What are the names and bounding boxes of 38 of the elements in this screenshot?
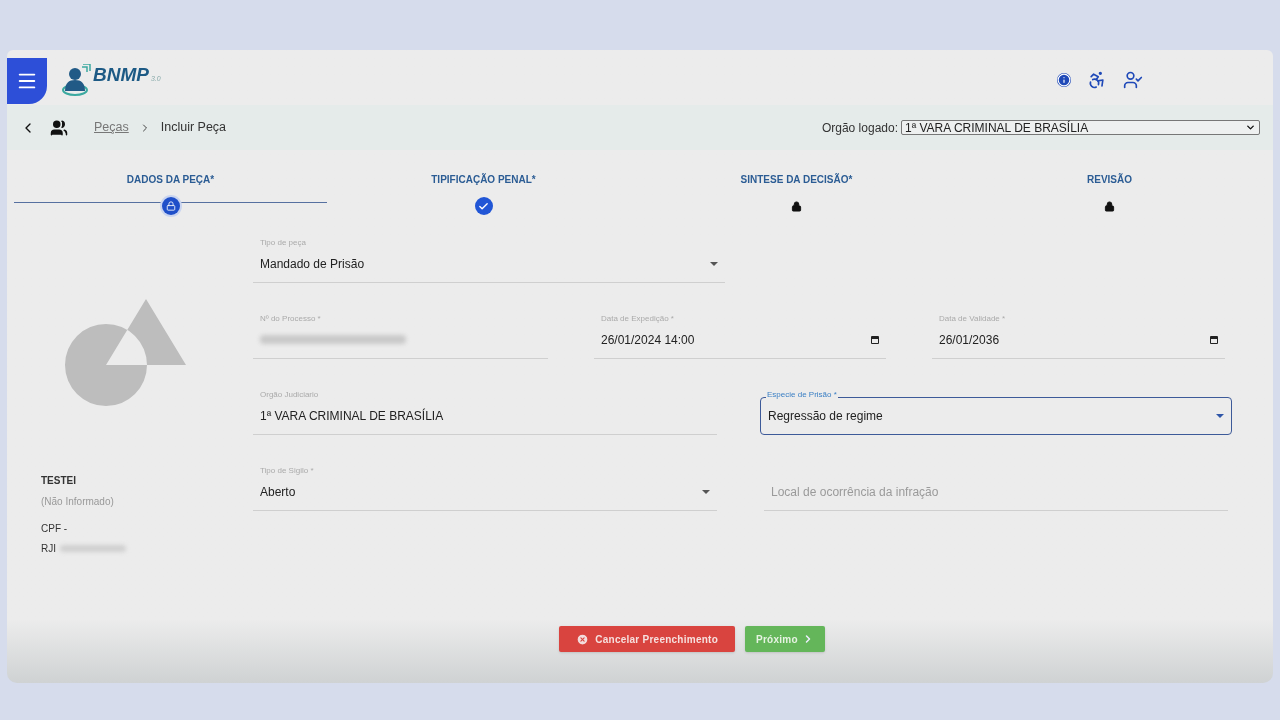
placeholder-image-icon	[64, 299, 186, 407]
dropdown-chevron-icon	[1245, 122, 1256, 133]
field-placeholder: Local de ocorrência da infração	[771, 483, 939, 501]
menu-button[interactable]	[7, 58, 47, 104]
calendar-icon	[1210, 335, 1218, 344]
calendar-icon	[871, 335, 879, 344]
field-value: Regressão de regime	[768, 408, 883, 425]
rji-label: RJI	[41, 542, 56, 556]
close-circle-icon	[576, 632, 590, 646]
field-value: Mandado de Prisão	[260, 255, 365, 273]
field-label: Especie de Prisão *	[766, 389, 838, 401]
users-icon	[50, 118, 68, 137]
select-field[interactable]: Regressão de regime	[760, 397, 1232, 435]
field-value: 1ª VARA CRIMINAL DE BRASÍLIA	[260, 407, 444, 425]
field-value: Aberto	[260, 483, 296, 501]
step-tab[interactable]: DADOS DA PEÇA*	[14, 172, 327, 215]
user-check-icon[interactable]	[1123, 70, 1143, 90]
field-value: 26/01/2036	[939, 331, 1000, 349]
person-subtitle: (Não Informado)	[41, 495, 115, 509]
dropdown-arrow-icon	[702, 489, 710, 494]
person-name: TESTEI	[41, 474, 77, 488]
breadcrumb-current: Incluir Peça	[160, 119, 227, 137]
orgao-label: Orgão logado:	[821, 119, 898, 137]
dropdown-arrow-icon	[1216, 414, 1224, 418]
breadcrumb-link[interactable]: Peças	[94, 118, 129, 137]
step-tab[interactable]: SINTESE DA DECISÃO*	[640, 172, 953, 215]
field-label: Orgão Judiciario	[259, 389, 320, 401]
orgao-select[interactable]: 1ª VARA CRIMINAL DE BRASÍLIA	[901, 120, 1260, 135]
field-value: 26/01/2024 14:00	[601, 331, 695, 349]
step-tab[interactable]: TIPIFICAÇÃO PENAL*	[327, 172, 640, 215]
cancel-button[interactable]: Cancelar Preenchimento	[559, 626, 735, 652]
person-logo-icon	[61, 64, 91, 96]
dropdown-arrow-icon	[710, 261, 718, 266]
cpf-label: CPF -	[41, 522, 69, 536]
accessibility-icon[interactable]	[1087, 70, 1107, 90]
step-tab[interactable]: REVISÃO	[953, 172, 1266, 215]
info-icon[interactable]	[1057, 73, 1071, 87]
logo-text: BNMP	[93, 62, 149, 87]
